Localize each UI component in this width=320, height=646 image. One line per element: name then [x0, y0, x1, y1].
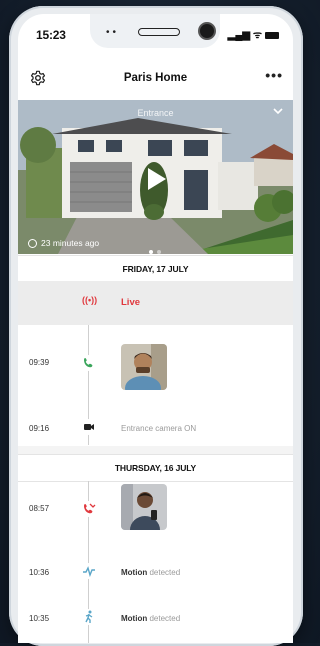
event-time: 08:57: [29, 504, 50, 513]
more-options-icon[interactable]: •••: [265, 67, 283, 83]
event-suffix: detected: [149, 568, 181, 577]
timeline-event[interactable]: 09:16 Entrance camera ON: [18, 419, 293, 441]
date-header-day2: THURSDAY, 16 JULY: [18, 454, 293, 482]
timeline-event[interactable]: 10:36 Motion detected: [18, 563, 293, 585]
event-suffix: detected: [149, 614, 181, 623]
device-notch: ••: [90, 14, 220, 48]
event-time: 10:35: [29, 614, 50, 623]
section-divider: [18, 446, 293, 454]
visitor-snapshot[interactable]: [121, 484, 167, 530]
clock-icon: [28, 239, 37, 248]
walking-person-icon: [81, 609, 97, 625]
motion-icon: [81, 563, 97, 579]
event-description: Motion detected: [121, 614, 180, 623]
live-label: Live: [121, 297, 141, 308]
camera-name: Entrance: [137, 108, 174, 118]
signal-wifi-battery-icon: ▂▄▆ ᯤ: [228, 27, 279, 41]
event-label: Motion: [121, 614, 148, 623]
event-label: Motion: [121, 568, 148, 577]
speaker-grille: [138, 28, 180, 36]
battery-icon: [265, 31, 279, 39]
missed-call-icon: [81, 501, 97, 517]
live-row[interactable]: ((•)) Live: [18, 281, 293, 325]
date-label: FRIDAY, 17 JULY: [122, 264, 189, 274]
event-time: 10:36: [29, 568, 50, 577]
phone-call-icon: [81, 355, 97, 371]
event-time: 09:16: [29, 424, 50, 433]
play-button[interactable]: [148, 168, 166, 190]
pager-dot-active[interactable]: [149, 250, 153, 254]
live-broadcast-icon: ((•)): [82, 295, 98, 305]
event-description: Entrance camera ON: [121, 424, 197, 433]
timeline-event[interactable]: 09:39: [18, 344, 293, 392]
page-title: Paris Home: [123, 72, 188, 84]
event-time: 09:39: [29, 358, 50, 367]
event-description: Motion detected: [121, 568, 180, 577]
chevron-down-icon[interactable]: [273, 106, 283, 116]
timeline-event[interactable]: 08:57: [18, 484, 293, 532]
last-update: 23 minutes ago: [28, 238, 99, 248]
app-header: Paris Home •••: [18, 64, 293, 94]
pager-dot[interactable]: [157, 250, 161, 254]
camera-live-preview[interactable]: Entrance 23 minutes ago: [18, 100, 293, 254]
timeline-event[interactable]: 10:35 Motion detected: [18, 609, 293, 631]
last-update-text: 23 minutes ago: [41, 238, 100, 248]
app-screen: 15:23 •• ▂▄▆ ᯤ Paris Home ••• Entrance 2…: [18, 14, 293, 643]
front-camera: [198, 22, 216, 40]
video-camera-icon: [81, 419, 97, 435]
status-time: 15:23: [36, 28, 66, 42]
status-bar: 15:23 •• ▂▄▆ ᯤ: [18, 14, 293, 54]
date-header-day1: FRIDAY, 17 JULY: [18, 255, 293, 283]
visitor-snapshot[interactable]: [121, 344, 167, 390]
carousel-pager[interactable]: [149, 241, 165, 254]
notch-sensor-dots: ••: [106, 27, 120, 38]
date-label: THURSDAY, 16 JULY: [114, 463, 197, 473]
